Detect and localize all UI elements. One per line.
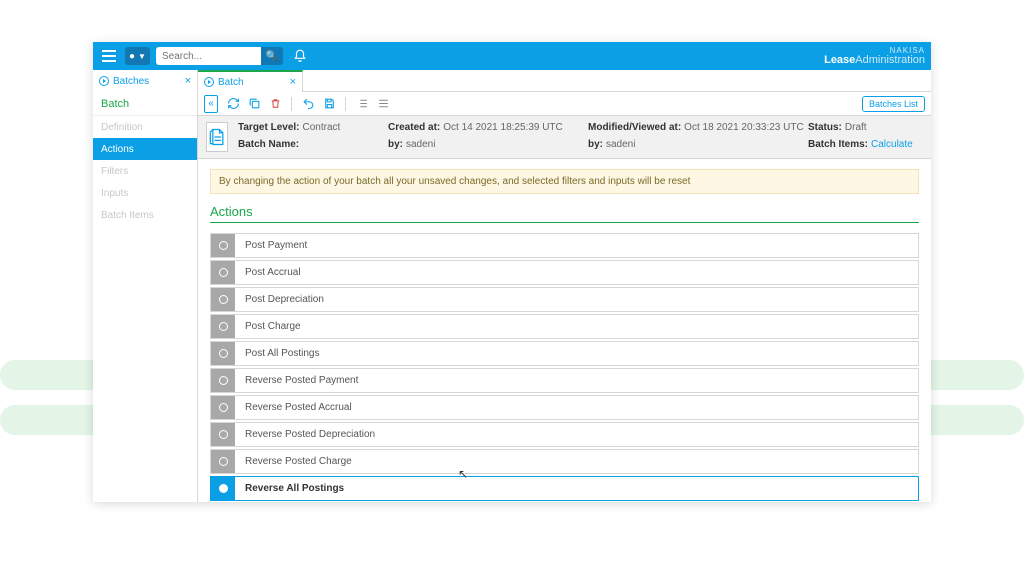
- document-icon: [206, 122, 228, 152]
- search-icon: 🔍: [266, 51, 278, 62]
- info-status: Status:Draft: [808, 122, 931, 135]
- toolbar: «: [198, 92, 931, 116]
- copy-icon[interactable]: [247, 97, 261, 111]
- search-input[interactable]: [156, 47, 261, 65]
- calculate-link[interactable]: Calculate: [871, 139, 913, 150]
- content: By changing the action of your batch all…: [198, 159, 931, 502]
- radio-icon: [219, 376, 228, 385]
- info-batch-name: Batch Name:: [238, 139, 388, 152]
- sidebar-item-actions[interactable]: Actions: [93, 138, 197, 160]
- sidebar-item-batchitems[interactable]: Batch Items: [93, 204, 197, 226]
- radio-icon: [219, 322, 228, 331]
- search-button[interactable]: 🔍: [261, 47, 283, 65]
- warning-banner: By changing the action of your batch all…: [210, 169, 919, 194]
- body: Batch Definition Actions Filters Inputs …: [93, 92, 931, 502]
- radio-icon: [219, 268, 228, 277]
- sidebar-heading: Batch: [93, 92, 197, 116]
- menu-icon[interactable]: [99, 46, 119, 66]
- sidebar-item-definition[interactable]: Definition: [93, 116, 197, 138]
- save-icon[interactable]: [322, 97, 336, 111]
- info-created-at: Created at:Oct 14 2021 18:25:39 UTC: [388, 122, 588, 135]
- action-row[interactable]: Post All Postings: [210, 341, 919, 366]
- grid-icon[interactable]: [376, 97, 390, 111]
- radio-icon: [219, 430, 228, 439]
- action-row[interactable]: Post Accrual: [210, 260, 919, 285]
- action-row[interactable]: Post Charge: [210, 314, 919, 339]
- action-label: Reverse Posted Accrual: [235, 402, 352, 413]
- radio-icon: [219, 484, 228, 493]
- action-label: Reverse Posted Depreciation: [235, 429, 375, 440]
- section-title: Actions: [210, 204, 919, 223]
- action-label: Post All Postings: [235, 348, 319, 359]
- action-row[interactable]: Post Payment: [210, 233, 919, 258]
- sidebar-item-inputs[interactable]: Inputs: [93, 182, 197, 204]
- notifications-icon[interactable]: [289, 45, 311, 67]
- collapse-sidebar-button[interactable]: «: [204, 95, 218, 113]
- delete-icon[interactable]: [268, 97, 282, 111]
- action-label: Post Charge: [235, 321, 301, 332]
- info-panel: Target Level:Contract Created at:Oct 14 …: [198, 116, 931, 159]
- list-icon[interactable]: [355, 97, 369, 111]
- action-row[interactable]: Reverse All Postings: [210, 476, 919, 501]
- chevron-down-icon: ▼: [138, 52, 146, 61]
- action-label: Reverse Posted Charge: [235, 456, 352, 467]
- action-row[interactable]: Reverse Posted Accrual: [210, 395, 919, 420]
- tab-label: Batch: [218, 77, 244, 88]
- info-target-level: Target Level:Contract: [238, 122, 388, 135]
- search-wrap: 🔍: [156, 47, 283, 65]
- info-created-by: by:sadeni: [388, 139, 588, 152]
- play-circle-icon: [99, 76, 109, 86]
- action-row[interactable]: Post Depreciation: [210, 287, 919, 312]
- action-row[interactable]: Reverse Posted Payment: [210, 368, 919, 393]
- radio-icon: [219, 403, 228, 412]
- main: «: [198, 92, 931, 502]
- sidebar: Batch Definition Actions Filters Inputs …: [93, 92, 198, 502]
- action-row[interactable]: Reverse Posted Charge: [210, 449, 919, 474]
- radio-icon: [219, 457, 228, 466]
- play-circle-icon: [204, 77, 214, 87]
- app-window: ● ▼ 🔍 NAKISA LeaseAdministration Batches…: [93, 42, 931, 502]
- info-modified-by: by:sadeni: [588, 139, 808, 152]
- topbar: ● ▼ 🔍 NAKISA LeaseAdministration: [93, 42, 931, 70]
- batches-list-button[interactable]: Batches List: [862, 96, 925, 112]
- action-label: Post Payment: [235, 240, 307, 251]
- radio-icon: [219, 295, 228, 304]
- close-icon[interactable]: ×: [185, 75, 191, 87]
- action-row[interactable]: Reverse Posted Depreciation: [210, 422, 919, 447]
- action-label: Reverse Posted Payment: [235, 375, 358, 386]
- radio-icon: [219, 349, 228, 358]
- info-batch-items: Batch Items:Calculate: [808, 139, 931, 152]
- tab-label: Batches: [113, 76, 149, 87]
- tab-batches[interactable]: Batches ×: [93, 70, 198, 92]
- radio-icon: [219, 241, 228, 250]
- info-modified-at: Modified/Viewed at:Oct 18 2021 20:33:23 …: [588, 122, 808, 135]
- sidebar-item-filters[interactable]: Filters: [93, 160, 197, 182]
- undo-icon[interactable]: [301, 97, 315, 111]
- tab-batch[interactable]: Batch ×: [198, 70, 303, 92]
- person-icon: ●: [129, 51, 135, 62]
- close-icon[interactable]: ×: [290, 76, 296, 88]
- user-menu[interactable]: ● ▼: [125, 47, 150, 65]
- action-label: Post Depreciation: [235, 294, 324, 305]
- tab-row: Batches × Batch ×: [93, 70, 931, 92]
- brand: NAKISA LeaseAdministration: [824, 47, 925, 66]
- action-label: Post Accrual: [235, 267, 301, 278]
- refresh-icon[interactable]: [226, 97, 240, 111]
- action-label: Reverse All Postings: [235, 483, 344, 494]
